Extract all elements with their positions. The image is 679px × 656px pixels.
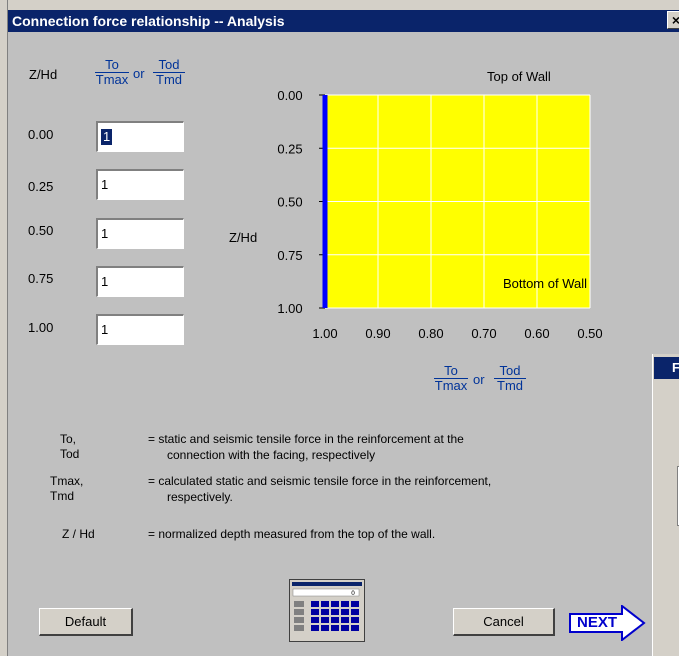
cancel-button[interactable]: Cancel xyxy=(453,608,555,636)
x-tick-label-3: 0.70 xyxy=(471,326,496,341)
x-tick-label-5: 0.50 xyxy=(577,326,602,341)
x-axis-tmd-label: Tmd xyxy=(494,378,526,393)
y-tick-label-3: 0.75 xyxy=(277,248,302,263)
bottom-of-wall-label: Bottom of Wall xyxy=(503,276,587,291)
y-tick-label-4: 1.00 xyxy=(277,301,302,316)
definition-text-0: = static and seismic tensile force in th… xyxy=(148,432,464,446)
x-axis-tod-over-tmd: Tod Tmd xyxy=(494,364,526,393)
definition-term-2: Z / Hd xyxy=(62,527,95,541)
definition-text-2: = normalized depth measured from the top… xyxy=(148,527,436,541)
y-tick-label-2: 0.50 xyxy=(277,195,302,210)
x-tick-label-2: 0.80 xyxy=(418,326,443,341)
x-axis-or-label: or xyxy=(473,372,485,387)
x-axis-to-label: To xyxy=(444,363,458,378)
x-axis-tmax-label: Tmax xyxy=(434,378,468,393)
y-tick-label-0: 0.00 xyxy=(277,88,302,103)
definition-text-0b: connection with the facing, respectively xyxy=(167,448,376,462)
next-button[interactable]: NEXT xyxy=(568,605,646,641)
background-window-title-bar: F xyxy=(654,357,679,379)
top-of-wall-label: Top of Wall xyxy=(487,69,551,84)
x-tick-label-1: 0.90 xyxy=(365,326,390,341)
definition-text-1b: respectively. xyxy=(167,490,233,504)
svg-text:0: 0 xyxy=(351,590,355,597)
calculator-icon[interactable]: 0 xyxy=(289,579,365,642)
background-window-panel: F xyxy=(652,354,679,656)
definition-term-0: To, Tod xyxy=(60,432,80,461)
x-tick-label-0: 1.00 xyxy=(312,326,337,341)
y-tick-label-1: 0.25 xyxy=(277,141,302,156)
x-axis-to-over-tmax: To Tmax xyxy=(434,364,468,393)
definition-term-1: Tmax, Tmd xyxy=(50,474,84,503)
background-window-title-fragment: F xyxy=(672,360,679,375)
x-tick-label-4: 0.60 xyxy=(524,326,549,341)
next-label: NEXT xyxy=(577,614,618,631)
default-button[interactable]: Default xyxy=(39,608,133,636)
definition-text-1: = calculated static and seismic tensile … xyxy=(148,474,492,488)
chart-area: 0.00 0.25 0.50 0.75 1.00 1.00 0.90 0.80 0.70 0.60… xyxy=(277,88,602,341)
x-axis-tod-label: Tod xyxy=(499,363,521,378)
y-axis-label: Z/Hd xyxy=(229,230,258,245)
